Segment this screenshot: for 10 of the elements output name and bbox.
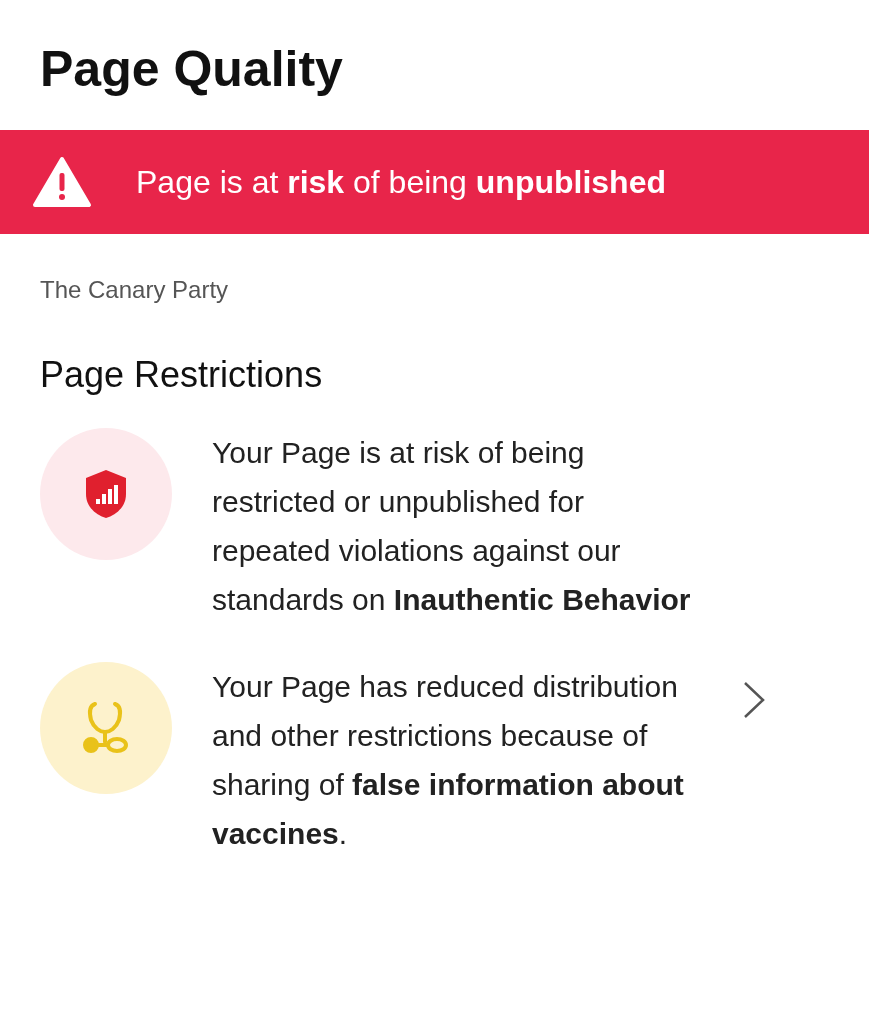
section-title: Page Restrictions [40, 353, 324, 397]
warning-icon [32, 156, 92, 208]
restriction-text: Your Page has reduced distribution and other restrictions because of sharing of false information about vaccines. [212, 669, 685, 852]
page-title: Page Quality [40, 40, 344, 99]
chevron-right-icon[interactable] [742, 680, 766, 720]
page-name: The Canary Party [40, 275, 230, 305]
shield-icon [84, 469, 128, 519]
restriction-text: Your Page is at risk of being restricted or unpublished for repeated violations against our standards on Inauthentic Behavior [212, 435, 692, 618]
stethoscope-icon [81, 700, 131, 756]
warning-message: Page is at risk of being unpublished [136, 163, 666, 202]
